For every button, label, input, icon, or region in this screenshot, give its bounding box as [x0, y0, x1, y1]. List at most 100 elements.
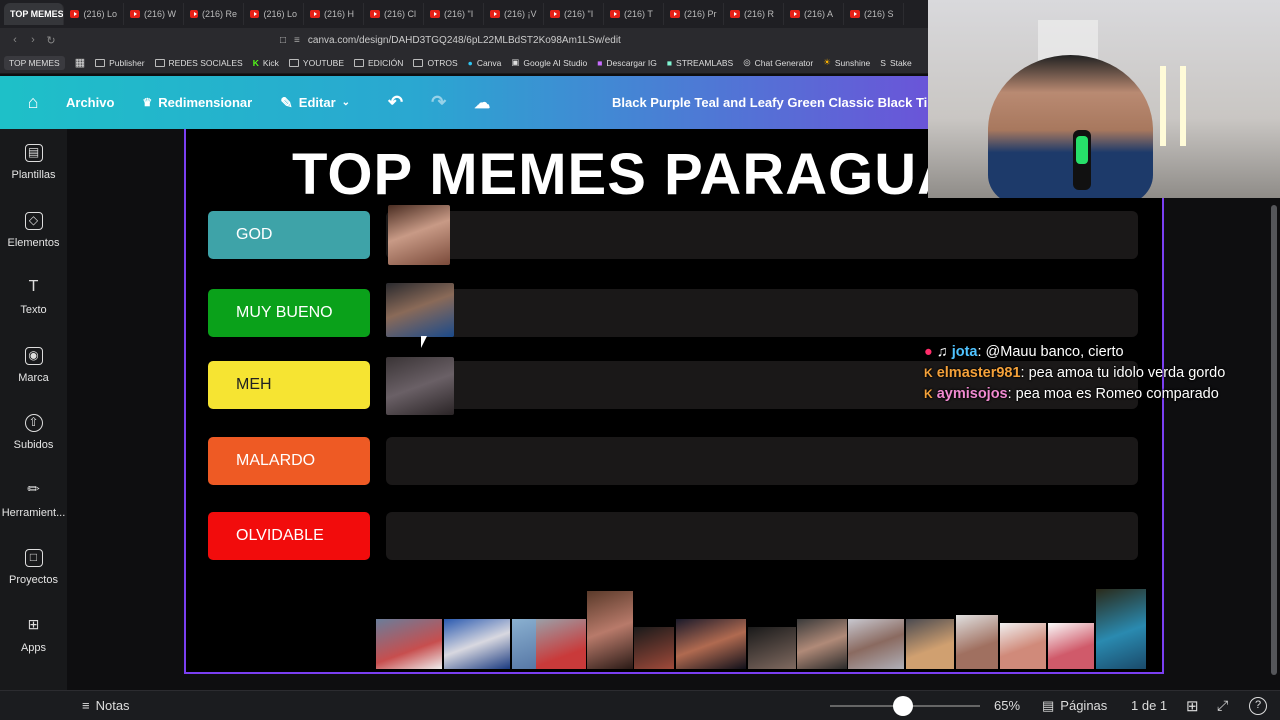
meme-thumbnail[interactable] — [956, 615, 998, 669]
document-title[interactable]: Black Purple Teal and Leafy Green Classi… — [612, 95, 927, 110]
fullscreen-icon[interactable]: ⤢ — [1217, 697, 1228, 714]
tier-label[interactable]: MALARDO — [208, 437, 370, 485]
meme-thumbnail[interactable] — [536, 619, 586, 669]
cloud-save-icon[interactable]: ☁ — [474, 93, 490, 113]
sidebar-item-marca[interactable]: ◉ Marca — [0, 332, 67, 400]
forward-icon[interactable]: › — [24, 34, 42, 46]
bookmark-item[interactable]: ◎ Chat Generator — [743, 57, 813, 68]
zoom-slider-handle[interactable] — [893, 696, 913, 716]
bookmark-item[interactable]: ■ Descargar IG — [597, 58, 657, 68]
youtube-icon — [850, 10, 860, 18]
pages-button[interactable]: ▤ Páginas — [1042, 698, 1107, 714]
chat-message: ● ♫ jota: @Mauu banco, cierto — [924, 344, 1124, 360]
tier-label[interactable]: GOD — [208, 211, 370, 259]
tier-lane[interactable] — [386, 512, 1138, 560]
browser-tab[interactable]: (216) "I — [544, 3, 604, 25]
bookmark-item[interactable]: K Kick — [253, 58, 279, 68]
browser-tab[interactable]: (216) Lo — [244, 3, 304, 25]
browser-tab[interactable]: (216) Re — [184, 3, 244, 25]
browser-tab[interactable]: (216) ¡V — [484, 3, 544, 25]
browser-tab[interactable]: (216) Lo — [64, 3, 124, 25]
youtube-icon — [610, 10, 620, 18]
meme-thumbnail[interactable] — [848, 619, 904, 669]
sidebar-item-subidos[interactable]: ⇧ Subidos — [0, 399, 67, 467]
browser-tab-active[interactable]: TOP MEMES — [4, 3, 64, 25]
meme-thumbnail[interactable] — [386, 357, 454, 415]
reload-icon[interactable]: ↻ — [42, 34, 60, 47]
sidebar-item-plantillas[interactable]: ▤ Plantillas — [0, 129, 67, 197]
sidebar-item-proyectos[interactable]: □ Proyectos — [0, 534, 67, 602]
bookmark-item[interactable]: ● Canva — [468, 58, 502, 68]
browser-tab[interactable]: (216) A — [784, 3, 844, 25]
streamlabs-icon: ■ — [666, 57, 673, 68]
meme-thumbnail[interactable] — [388, 205, 450, 265]
tier-row-olvidable: OLVIDABLE — [208, 512, 1138, 560]
tier-label[interactable]: OLVIDABLE — [208, 512, 370, 560]
kick-icon: K — [924, 387, 933, 401]
sidebar-item-herramientas[interactable]: ✏ Herramient... — [0, 467, 67, 535]
site-info-icon[interactable]: ≡ — [294, 35, 300, 46]
youtube-icon — [250, 10, 260, 18]
grid-view-icon[interactable]: ⊞ — [1186, 697, 1199, 715]
bookmark-item[interactable]: ☀ Sunshine — [823, 57, 870, 68]
tier-label[interactable]: MEH — [208, 361, 370, 409]
elements-icon: ◇ — [24, 211, 43, 230]
help-icon[interactable]: ? — [1249, 696, 1267, 715]
apps-grid-icon[interactable]: ▦ — [75, 56, 85, 69]
chat-message: K aymisojos: pea moa es Romeo comparado — [924, 386, 1219, 402]
meme-thumbnail[interactable] — [1000, 623, 1046, 669]
back-icon[interactable]: ‹ — [6, 34, 24, 46]
url-field[interactable]: canva.com/design/DAHD3TGQ248/6pL22MLBdST… — [308, 35, 621, 46]
meme-thumbnail[interactable] — [1048, 623, 1094, 669]
browser-tab[interactable]: (216) T — [604, 3, 664, 25]
redo-icon[interactable]: ↷ — [431, 92, 446, 113]
home-icon[interactable]: ⌂ — [0, 92, 66, 113]
bookmark-item[interactable]: ■ STREAMLABS — [667, 58, 733, 68]
bookmark-icon[interactable]: □ — [280, 35, 286, 46]
meme-thumbnail[interactable] — [906, 619, 954, 669]
bookmark-item[interactable]: YOUTUBE — [288, 58, 344, 68]
browser-tab[interactable]: (216) "I — [424, 3, 484, 25]
edit-menu[interactable]: ✎ Editar ⌄ — [280, 94, 350, 112]
browser-tab[interactable]: (216) H — [304, 3, 364, 25]
resize-button[interactable]: ♛ Redimensionar — [142, 95, 252, 110]
browser-tab[interactable]: (216) Cl — [364, 3, 424, 25]
bookmark-item[interactable]: EDICIÓN — [354, 58, 403, 68]
bookmark-item[interactable]: Publisher — [95, 58, 145, 68]
bookmark-item[interactable]: S Stake — [880, 58, 911, 68]
vertical-scrollbar[interactable] — [1271, 205, 1277, 675]
sidebar-item-texto[interactable]: T Texto — [0, 264, 67, 332]
sidebar-item-elementos[interactable]: ◇ Elementos — [0, 197, 67, 265]
meme-thumbnail[interactable] — [587, 591, 633, 669]
tier-lane[interactable] — [386, 211, 1138, 259]
notes-button[interactable]: ≡ Notas — [82, 698, 130, 713]
kick-icon: K — [252, 57, 259, 68]
tier-label[interactable]: MUY BUENO — [208, 289, 370, 337]
browser-tab[interactable]: (216) Pr — [664, 3, 724, 25]
sidebar-item-apps[interactable]: ⊞ Apps — [0, 602, 67, 670]
browser-tab[interactable]: (216) W — [124, 3, 184, 25]
meme-thumbnail[interactable] — [748, 627, 796, 669]
bookmark-item[interactable]: ▣ Google AI Studio — [511, 57, 587, 68]
meme-thumbnail[interactable] — [634, 627, 674, 669]
tier-lane[interactable] — [386, 289, 1138, 337]
meme-thumbnail[interactable] — [444, 619, 510, 669]
meme-thumbnail[interactable] — [676, 619, 746, 669]
bookmark-item[interactable]: TOP MEMES — [4, 55, 65, 70]
canva-icon: ● — [467, 57, 473, 68]
bookmark-item[interactable]: REDES SOCIALES — [154, 58, 243, 68]
meme-thumbnail[interactable] — [376, 619, 442, 669]
bookmark-item[interactable]: OTROS — [413, 58, 458, 68]
meme-thumbnail[interactable] — [797, 619, 847, 669]
text-icon: T — [28, 278, 39, 296]
meme-thumbnail[interactable] — [386, 283, 454, 337]
browser-tab[interactable]: (216) S — [844, 3, 904, 25]
meme-thumbnail[interactable] — [1096, 589, 1146, 669]
archivo-menu[interactable]: Archivo — [66, 95, 114, 110]
undo-icon[interactable]: ↶ — [388, 92, 403, 113]
tier-lane[interactable] — [386, 437, 1138, 485]
bottom-bar: ≡ Notas 65% ▤ Páginas 1 de 1 ⊞ ⤢ ? — [0, 690, 1280, 720]
design-title[interactable]: TOP MEMES PARAGUA — [292, 141, 960, 208]
browser-tab[interactable]: (216) R — [724, 3, 784, 25]
zoom-level[interactable]: 65% — [994, 698, 1020, 713]
